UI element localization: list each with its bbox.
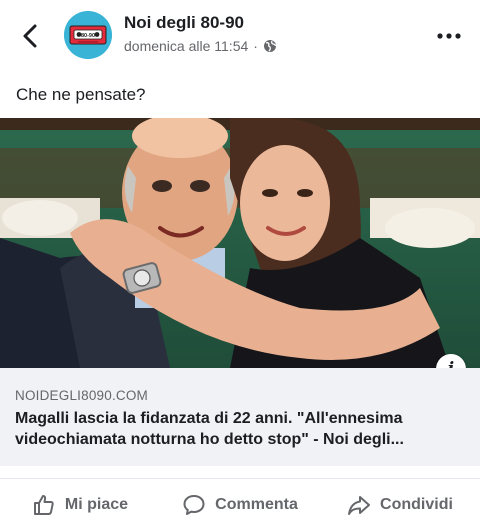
meta-separator: · <box>253 38 258 54</box>
post-photo[interactable] <box>0 118 480 368</box>
like-button[interactable]: Mi piace <box>0 486 160 524</box>
like-label: Mi piace <box>64 496 129 513</box>
post-caption: Che ne pensate? <box>16 85 146 104</box>
comment-bubble-icon <box>183 495 205 515</box>
svg-text:80-90: 80-90 <box>81 33 95 39</box>
globe-icon <box>263 40 277 52</box>
link-preview[interactable]: NOIDEGLI8090.COM Magalli lascia la fidan… <box>0 368 480 466</box>
post-actions: Mi piace Commenta Condividi <box>0 486 480 524</box>
share-arrow-icon <box>348 496 371 515</box>
back-arrow-icon[interactable] <box>18 22 44 50</box>
cassette-logo-icon: 80-90 <box>64 11 112 59</box>
thumbs-up-icon <box>33 495 54 515</box>
page-avatar[interactable]: 80-90 <box>64 11 112 59</box>
comment-button[interactable]: Commenta <box>160 486 320 524</box>
page-name[interactable]: Noi degli 80-90 <box>124 13 244 33</box>
comment-label: Commenta <box>215 496 298 513</box>
share-label: Condividi <box>380 496 453 513</box>
post-timestamp[interactable]: domenica alle 11:54 <box>124 38 248 54</box>
post-meta: domenica alle 11:54 · <box>124 38 277 54</box>
share-button[interactable]: Condividi <box>320 486 480 524</box>
actions-divider <box>0 478 480 479</box>
link-title[interactable]: Magalli lascia la fidanzata di 22 anni. … <box>15 408 467 450</box>
post-header: 80-90 Noi degli 80-90 domenica alle 11:5… <box>0 0 480 72</box>
link-domain: NOIDEGLI8090.COM <box>15 388 148 403</box>
more-options-icon[interactable] <box>436 26 462 46</box>
photo-illustration <box>0 118 480 368</box>
